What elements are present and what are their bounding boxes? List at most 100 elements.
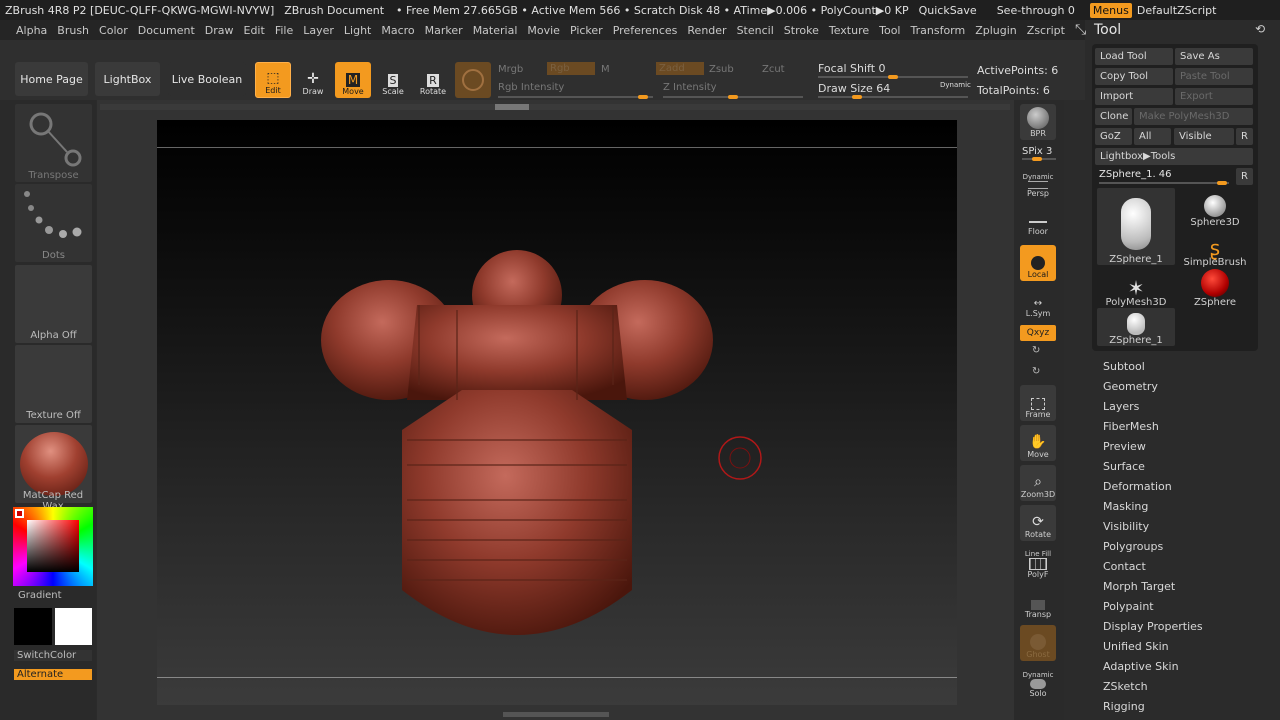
load-tool-button[interactable]: Load Tool — [1095, 48, 1173, 65]
menu-alpha[interactable]: Alpha — [16, 24, 47, 37]
rgb-intensity-slider[interactable]: Rgb Intensity — [498, 82, 564, 93]
tool-display-properties[interactable]: Display Properties — [1103, 620, 1203, 633]
tool-thumb-sphere3d[interactable]: Sphere3D — [1176, 188, 1254, 228]
menu-preferences[interactable]: Preferences — [613, 24, 678, 37]
draw-size-track[interactable] — [818, 95, 968, 99]
focal-shift-track[interactable] — [818, 75, 968, 79]
floor-button[interactable]: Floor — [1020, 202, 1056, 238]
lightbox-button[interactable]: LightBox — [95, 62, 160, 96]
menu-edit[interactable]: Edit — [244, 24, 265, 37]
menu-stroke[interactable]: Stroke — [784, 24, 819, 37]
draw-size-slider[interactable]: Draw Size 64 — [818, 82, 890, 95]
zadd-button[interactable]: Zadd — [656, 62, 704, 75]
menu-draw[interactable]: Draw — [205, 24, 234, 37]
color-picker-square[interactable] — [27, 520, 79, 572]
tool-subtool[interactable]: Subtool — [1103, 360, 1145, 373]
goz-button[interactable]: GoZ — [1095, 128, 1132, 145]
import-button[interactable]: Import — [1095, 88, 1173, 105]
tool-layers[interactable]: Layers — [1103, 400, 1139, 413]
tool-thumb-polymesh3d[interactable]: ✶ PolyMesh3D — [1097, 268, 1175, 308]
goz-r-button[interactable]: R — [1236, 128, 1253, 145]
menu-marker[interactable]: Marker — [425, 24, 463, 37]
tool-contact[interactable]: Contact — [1103, 560, 1146, 573]
tool-fibermesh[interactable]: FiberMesh — [1103, 420, 1159, 433]
frame-button[interactable]: Frame — [1020, 385, 1056, 421]
menu-brush[interactable]: Brush — [57, 24, 89, 37]
menu-render[interactable]: Render — [687, 24, 726, 37]
menu-zscript[interactable]: Zscript — [1027, 24, 1065, 37]
quicksave-button[interactable]: QuickSave — [919, 4, 977, 17]
secondary-color-swatch[interactable] — [55, 608, 92, 645]
focal-shift-slider[interactable]: Focal Shift 0 — [818, 62, 886, 75]
spix-slider[interactable]: SPix 3 — [1022, 146, 1052, 157]
z-intensity-slider[interactable]: Z Intensity — [663, 82, 717, 93]
lightbox-tools-button[interactable]: Lightbox▶Tools — [1095, 148, 1253, 165]
menu-transform[interactable]: Transform — [911, 24, 966, 37]
menu-layer[interactable]: Layer — [303, 24, 334, 37]
live-boolean-button[interactable]: Live Boolean — [168, 62, 246, 96]
tool-adaptive-skin[interactable]: Adaptive Skin — [1103, 660, 1179, 673]
local-button[interactable]: Local — [1020, 245, 1056, 281]
bpr-button[interactable]: BPR — [1020, 104, 1056, 140]
tool-morph-target[interactable]: Morph Target — [1103, 580, 1175, 593]
tool-palette-reset-icon[interactable]: ⟲ — [1255, 22, 1265, 36]
tool-palette-title[interactable]: Tool — [1094, 22, 1121, 38]
document-canvas[interactable] — [157, 120, 957, 705]
tool-polygroups[interactable]: Polygroups — [1103, 540, 1163, 553]
rotate-view-button[interactable]: ⟳ Rotate — [1020, 505, 1056, 541]
tool-zsketch[interactable]: ZSketch — [1103, 680, 1148, 693]
canvas-scroll-top[interactable] — [100, 104, 1010, 110]
tool-visibility[interactable]: Visibility — [1103, 520, 1149, 533]
m-button[interactable]: M — [601, 64, 610, 75]
rotate-z-icon[interactable]: ↻ — [1032, 366, 1040, 377]
menu-color[interactable]: Color — [99, 24, 128, 37]
color-picker[interactable] — [13, 507, 93, 586]
zscript-label[interactable]: DefaultZScript — [1137, 4, 1217, 17]
tool-thumb-zsphere[interactable]: ZSphere — [1176, 268, 1254, 308]
move-button[interactable]: M Move — [335, 62, 371, 98]
gradient-label[interactable]: Gradient — [18, 590, 62, 601]
scale-button[interactable]: S Scale — [375, 62, 411, 98]
spix-track[interactable] — [1022, 157, 1056, 161]
menu-material[interactable]: Material — [473, 24, 518, 37]
menu-tool[interactable]: Tool — [879, 24, 900, 37]
tool-masking[interactable]: Masking — [1103, 500, 1148, 513]
paste-tool-button[interactable]: Paste Tool — [1175, 68, 1253, 85]
menu-document[interactable]: Document — [138, 24, 195, 37]
save-as-button[interactable]: Save As — [1175, 48, 1253, 65]
menu-zplugin[interactable]: Zplugin — [975, 24, 1017, 37]
draw-button[interactable]: ✛ Draw — [295, 62, 331, 98]
clone-button[interactable]: Clone — [1095, 108, 1132, 125]
current-tool-track[interactable] — [1099, 181, 1229, 185]
mrgb-button[interactable]: Mrgb — [498, 64, 523, 75]
rgb-intensity-track[interactable] — [498, 95, 653, 99]
zoom3d-button[interactable]: ⌕ Zoom3D — [1020, 465, 1056, 501]
tool-thumb-zsphere1[interactable]: ZSphere_1 — [1097, 188, 1175, 265]
alternate-button[interactable]: Alternate — [14, 669, 92, 680]
menu-file[interactable]: File — [275, 24, 293, 37]
menus-toggle[interactable]: Menus — [1089, 2, 1132, 18]
sphere-gizmo-button[interactable] — [455, 62, 491, 98]
lsym-button[interactable]: ↔ L.Sym — [1020, 288, 1056, 320]
transp-button[interactable]: Transp — [1020, 585, 1056, 621]
canvas-scroll-bottom[interactable] — [503, 712, 609, 717]
tool-surface[interactable]: Surface — [1103, 460, 1145, 473]
tool-preview[interactable]: Preview — [1103, 440, 1146, 453]
goz-all-button[interactable]: All — [1134, 128, 1171, 145]
menu-light[interactable]: Light — [344, 24, 371, 37]
zcut-button[interactable]: Zcut — [762, 64, 785, 75]
menu-texture[interactable]: Texture — [829, 24, 869, 37]
main-color-swatch[interactable] — [14, 608, 52, 645]
switchcolor-button[interactable]: SwitchColor — [14, 650, 92, 661]
menu-picker[interactable]: Picker — [570, 24, 603, 37]
tool-rigging[interactable]: Rigging — [1103, 700, 1145, 713]
dynamic-toggle[interactable]: Dynamic — [940, 81, 971, 89]
rotate-button[interactable]: R Rotate — [415, 62, 451, 98]
tool-deformation[interactable]: Deformation — [1103, 480, 1172, 493]
goz-visible-button[interactable]: Visible — [1174, 128, 1234, 145]
z-intensity-track[interactable] — [663, 95, 803, 99]
tool-thumb-simplebrush[interactable]: ʂ SimpleBrush — [1176, 228, 1254, 268]
ghost-button[interactable]: Ghost — [1020, 625, 1056, 661]
make-polymesh-button[interactable]: Make PolyMesh3D — [1134, 108, 1253, 125]
zsub-button[interactable]: Zsub — [709, 64, 734, 75]
